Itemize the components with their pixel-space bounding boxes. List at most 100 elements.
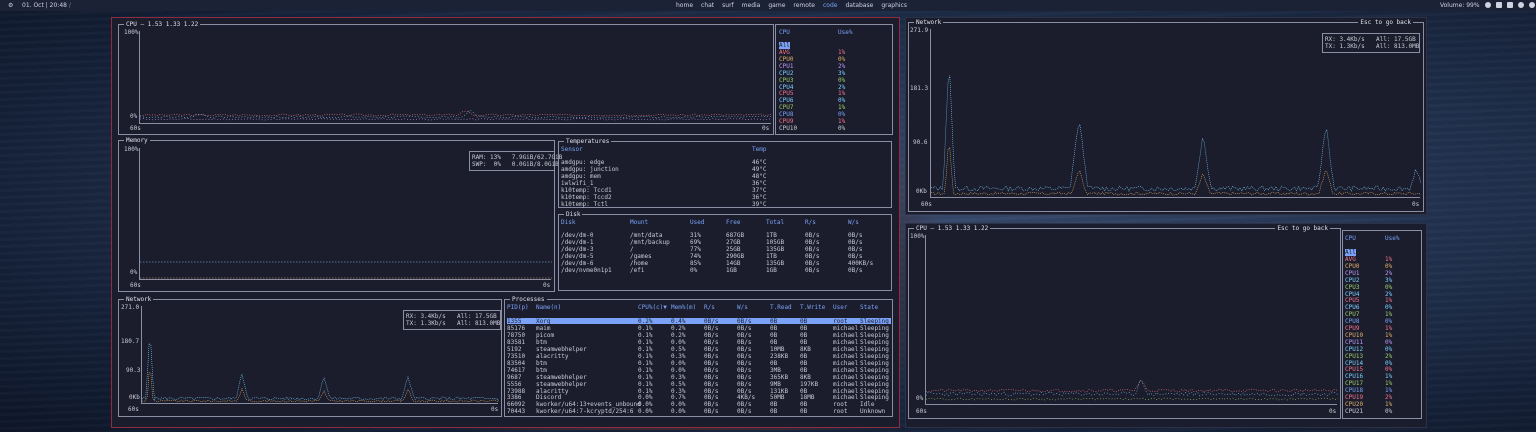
temp-value: 49°C: [752, 166, 767, 173]
process-cell: 0.1%: [638, 380, 653, 388]
disk-cell: 135GB: [766, 246, 785, 253]
cpu-avg-line: [139, 110, 773, 117]
process-cell: 73510: [507, 352, 526, 360]
process-cell[interactable]: 1355: [507, 318, 521, 325]
process-cell: 0.3%: [671, 373, 686, 381]
process-cell: michael: [833, 324, 859, 332]
process-cell: 0.1%: [638, 324, 653, 332]
network-expanded-panel[interactable]: Network Esc to go back 271.9 181.3 90.6 …: [908, 19, 1424, 212]
workspace-graphics[interactable]: graphics: [881, 2, 907, 9]
net-big-tx-all: All: 813.0MB: [1376, 43, 1420, 50]
workspace-game[interactable]: game: [768, 2, 785, 9]
process-cell[interactable]: 0.4%: [671, 318, 685, 325]
process-col-header[interactable]: State: [860, 304, 878, 311]
workspace-remote[interactable]: remote: [793, 2, 815, 9]
cpu-big-x-end: 0s: [1329, 408, 1337, 415]
process-cell[interactable]: 0.2%: [638, 318, 652, 325]
process-cell: 0.1%: [638, 352, 653, 360]
temperatures-panel[interactable]: Temperatures Sensor Temp amdgpu: edge 46°…: [558, 138, 892, 208]
process-col-header[interactable]: User: [833, 304, 847, 311]
power-tray-icon[interactable]: [1528, 2, 1535, 8]
disk-panel[interactable]: Disk Disk Mount Used Free Total R/s W/s /dev/d…: [558, 211, 892, 291]
workspace-database[interactable]: database: [845, 2, 873, 9]
process-cell: steamwebhelper: [536, 380, 587, 388]
net-big-tx: TX: 1.3Kb/s: [1325, 43, 1365, 50]
disk-cell: /mnt/data: [630, 232, 663, 239]
process-cell: michael: [833, 352, 859, 360]
process-cell[interactable]: 0B/s: [737, 318, 751, 325]
process-cell: 0B: [770, 359, 778, 367]
steam-tray-icon[interactable]: [1484, 2, 1491, 8]
disk-cell: 0B/s: [848, 232, 863, 239]
disk-cell: 14GB: [726, 260, 741, 267]
disk-cell: 0B/s: [805, 232, 820, 239]
cpu-expanded-legend-panel[interactable]: CPU Use% All AVG 1% CPU0 0% CPU1 2% CPU2 3% CPU3…: [1342, 230, 1422, 419]
disk-cell: /games: [630, 253, 652, 260]
net-big-y-4: 0Kb: [916, 188, 927, 195]
process-cell: Sleeping: [860, 394, 889, 402]
workspace-media[interactable]: media: [742, 2, 761, 9]
process-cell: 0B: [770, 401, 778, 409]
process-cell: 0B/s: [737, 331, 752, 339]
process-col-header[interactable]: R/s: [704, 304, 715, 311]
process-cell: 70443: [507, 408, 526, 416]
btm-network-window[interactable]: Network Esc to go back 271.9 181.3 90.6 …: [905, 17, 1427, 215]
disk-cell: 1TB: [766, 232, 777, 239]
cpu-legend-name[interactable]: CPU21: [1345, 408, 1363, 415]
process-cell: 131KB: [770, 387, 789, 395]
process-cell[interactable]: 0B/s: [704, 318, 718, 325]
btm-main-window[interactable]: CPU — 1.53 1.33 1.22 100% 0% 60s 0s CPU …: [111, 17, 900, 428]
process-cell: 0B: [770, 331, 778, 339]
process-cell[interactable]: 0B: [800, 318, 807, 325]
cpu-expanded-panel[interactable]: CPU — 1.53 1.33 1.22 Esc to go back 100%…: [908, 225, 1341, 419]
disk-cell: /: [630, 246, 634, 253]
process-cell: 0B/s: [737, 352, 752, 360]
process-cell: 50MB: [770, 394, 785, 402]
workspace-code[interactable]: code: [823, 2, 837, 9]
process-cell: 0B/s: [704, 352, 719, 360]
process-cell: kworker/u64:13+events_unbound: [536, 401, 641, 409]
cpu-legend-panel[interactable]: CPU Use% All AVG 1% CPU0 0% CPU1 2% CPU2 3% CPU3…: [775, 24, 893, 135]
menu-icon[interactable]: ⚙: [8, 2, 13, 9]
process-col-header[interactable]: PID(p): [507, 304, 529, 311]
cpu-esc-back-hint[interactable]: Esc to go back: [1275, 225, 1330, 232]
disk-cell: 0B/s: [805, 246, 820, 253]
workspace-chat[interactable]: chat: [701, 2, 714, 9]
network-y-label-3: 90.3: [126, 367, 141, 374]
btm-cpu-window[interactable]: CPU — 1.53 1.33 1.22 Esc to go back 100%…: [905, 223, 1427, 428]
process-cell: 0.0%: [671, 366, 686, 374]
process-cell[interactable]: root: [833, 318, 847, 325]
processes-title: Processes: [510, 296, 547, 303]
cpu-big-core-line-2: [925, 397, 1339, 401]
discord-tray-icon[interactable]: [1495, 2, 1502, 8]
process-col-header[interactable]: CPU%(c)▼: [638, 304, 667, 311]
workspace-home[interactable]: home: [676, 2, 693, 9]
workspace-surf[interactable]: surf: [722, 2, 734, 9]
cpu-legend-name[interactable]: CPU10: [779, 125, 797, 132]
cpu-graph-panel[interactable]: CPU — 1.53 1.33 1.22 100% 0% 60s 0s: [118, 21, 774, 135]
process-cell: michael: [833, 387, 859, 395]
cpu-legend-all[interactable]: All: [779, 42, 790, 49]
memory-graph-panel[interactable]: Memory 100% 0% 60s 0s RAM: 13% 7.9GiB/62…: [118, 137, 562, 292]
esc-back-hint[interactable]: Esc to go back: [1358, 19, 1413, 26]
process-col-header[interactable]: Mem%(m): [671, 304, 696, 311]
network-graph-panel[interactable]: Network 271.0 180.7 90.3 0Kb 60s 0s RX: …: [118, 296, 502, 417]
battery-tray-icon[interactable]: [1517, 2, 1524, 8]
volume-indicator[interactable]: Volume: 99%: [1440, 2, 1480, 9]
process-cell[interactable]: 0B: [770, 318, 777, 325]
network-tray-icon[interactable]: [1506, 2, 1513, 8]
disk-cell: 105GB: [766, 239, 785, 246]
processes-panel[interactable]: Processes PID(p) Name(n) CPU%(c)▼ Mem%(m) R/…: [504, 296, 893, 417]
process-cell: michael: [833, 338, 859, 346]
process-cell[interactable]: Xorg: [536, 318, 550, 325]
process-cell: 0B/s: [704, 394, 719, 402]
process-cell[interactable]: Sleeping: [860, 318, 889, 325]
tray: Volume: 99%: [1440, 2, 1535, 9]
process-col-header[interactable]: Name(n): [536, 304, 561, 311]
process-col-header[interactable]: T.Read: [770, 304, 792, 311]
process-col-header[interactable]: T.Write: [800, 304, 825, 311]
process-cell: 0B: [800, 401, 808, 409]
process-col-header[interactable]: W/s: [737, 304, 748, 311]
disk-cell: /dev/dm-1: [561, 239, 594, 246]
cpu-big-legend-all[interactable]: All: [1345, 249, 1356, 256]
